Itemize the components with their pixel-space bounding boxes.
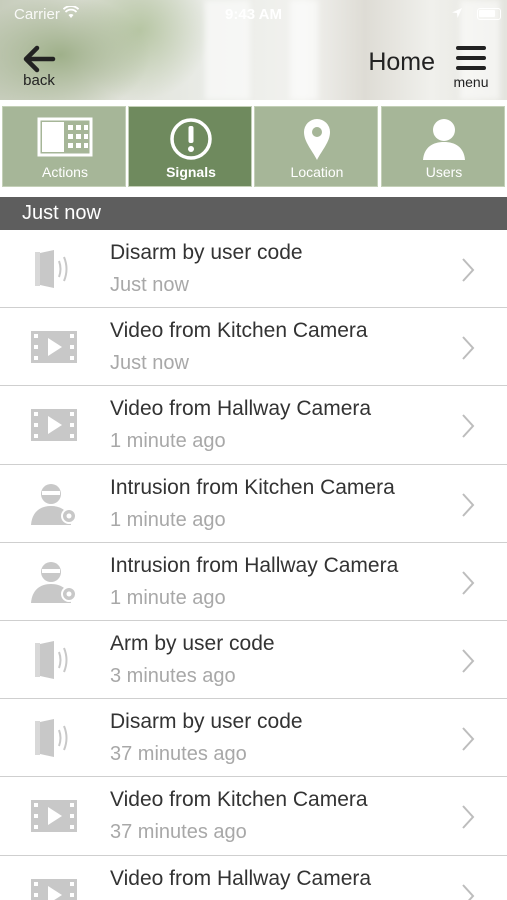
exclamation-circle-icon bbox=[129, 117, 253, 161]
video-clip-icon bbox=[28, 794, 80, 838]
signal-title: Video from Kitchen Camera bbox=[110, 788, 368, 812]
signal-time: 37 minutes ago bbox=[110, 821, 247, 844]
signal-row[interactable]: Video from Kitchen Camera Just now bbox=[0, 308, 507, 387]
signal-title: Disarm by user code bbox=[110, 710, 303, 734]
user-icon bbox=[382, 117, 506, 161]
signal-time: 1 minute ago bbox=[110, 508, 226, 531]
chevron-right-icon bbox=[462, 649, 475, 673]
signals-list[interactable]: Disarm by user code Just now Video from … bbox=[0, 230, 507, 900]
tab-label: Signals bbox=[166, 164, 216, 180]
section-header: Just now bbox=[0, 197, 507, 230]
signal-title: Disarm by user code bbox=[110, 241, 303, 264]
status-bar: Carrier 9:43 AM bbox=[0, 0, 507, 28]
signal-row[interactable]: Disarm by user code Just now bbox=[0, 230, 507, 309]
signal-time: 1 minute ago bbox=[110, 586, 226, 609]
signal-row[interactable]: Video from Hallway Camera 1 minute ago bbox=[0, 386, 507, 465]
signal-title: Video from Kitchen Camera bbox=[110, 319, 368, 343]
tab-users[interactable]: Users bbox=[381, 106, 505, 187]
page-title: Home bbox=[368, 48, 435, 76]
signal-time: 37 minutes ago bbox=[110, 743, 247, 766]
back-label: back bbox=[23, 72, 55, 89]
map-pin-icon bbox=[255, 117, 379, 161]
battery-icon bbox=[477, 8, 501, 20]
signal-row[interactable]: Disarm by user code 37 minutes ago bbox=[0, 699, 507, 778]
tab-label: Location bbox=[290, 164, 344, 180]
intruder-icon bbox=[28, 482, 80, 526]
tab-label: Actions bbox=[42, 164, 88, 180]
signal-row[interactable]: Intrusion from Hallway Camera 1 minute a… bbox=[0, 542, 507, 621]
signal-time: Just now bbox=[110, 274, 189, 296]
signal-row[interactable]: Video from Hallway Camera bbox=[0, 855, 507, 900]
chevron-right-icon bbox=[462, 258, 475, 282]
back-arrow-icon bbox=[23, 45, 56, 73]
menu-button[interactable]: menu bbox=[445, 44, 497, 94]
hamburger-menu-icon bbox=[456, 46, 486, 70]
signal-title: Intrusion from Kitchen Camera bbox=[110, 475, 395, 499]
header: Carrier 9:43 AM back Home menu bbox=[0, 0, 507, 100]
signal-title: Video from Hallway Camera bbox=[110, 866, 372, 890]
signal-row[interactable]: Intrusion from Kitchen Camera 1 minute a… bbox=[0, 464, 507, 543]
door-sensor-icon bbox=[28, 247, 80, 291]
back-button[interactable]: back bbox=[14, 44, 64, 94]
tab-bar: Actions Signals Location Users bbox=[0, 106, 507, 189]
tab-signals[interactable]: Signals bbox=[128, 106, 252, 187]
chevron-right-icon bbox=[462, 336, 475, 360]
clock: 9:43 AM bbox=[225, 6, 282, 23]
signal-time: 3 minutes ago bbox=[110, 664, 236, 687]
signal-time: 1 minute ago bbox=[110, 430, 226, 453]
tab-actions[interactable]: Actions bbox=[2, 106, 126, 187]
video-clip-icon bbox=[28, 873, 80, 900]
signal-title: Arm by user code bbox=[110, 631, 275, 655]
signal-title: Intrusion from Hallway Camera bbox=[110, 553, 399, 577]
signal-title: Video from Hallway Camera bbox=[110, 397, 372, 421]
chevron-right-icon bbox=[462, 492, 475, 517]
chevron-right-icon bbox=[462, 805, 475, 829]
chevron-right-icon bbox=[462, 414, 475, 439]
actions-grid-icon bbox=[3, 117, 127, 161]
door-sensor-icon bbox=[28, 638, 80, 682]
chevron-right-icon bbox=[462, 883, 475, 900]
location-services-icon bbox=[451, 6, 463, 23]
signal-row[interactable]: Arm by user code 3 minutes ago bbox=[0, 620, 507, 700]
tab-label: Users bbox=[425, 164, 463, 180]
door-sensor-icon bbox=[28, 716, 80, 760]
chevron-right-icon bbox=[462, 727, 475, 751]
signal-time: Just now bbox=[110, 352, 189, 375]
video-clip-icon bbox=[28, 403, 80, 447]
signal-row[interactable]: Video from Kitchen Camera 37 minutes ago bbox=[0, 777, 507, 856]
menu-label: menu bbox=[453, 74, 489, 90]
tab-location[interactable]: Location bbox=[254, 106, 378, 187]
video-clip-icon bbox=[28, 325, 80, 369]
intruder-icon bbox=[28, 560, 80, 604]
chevron-right-icon bbox=[462, 571, 475, 595]
